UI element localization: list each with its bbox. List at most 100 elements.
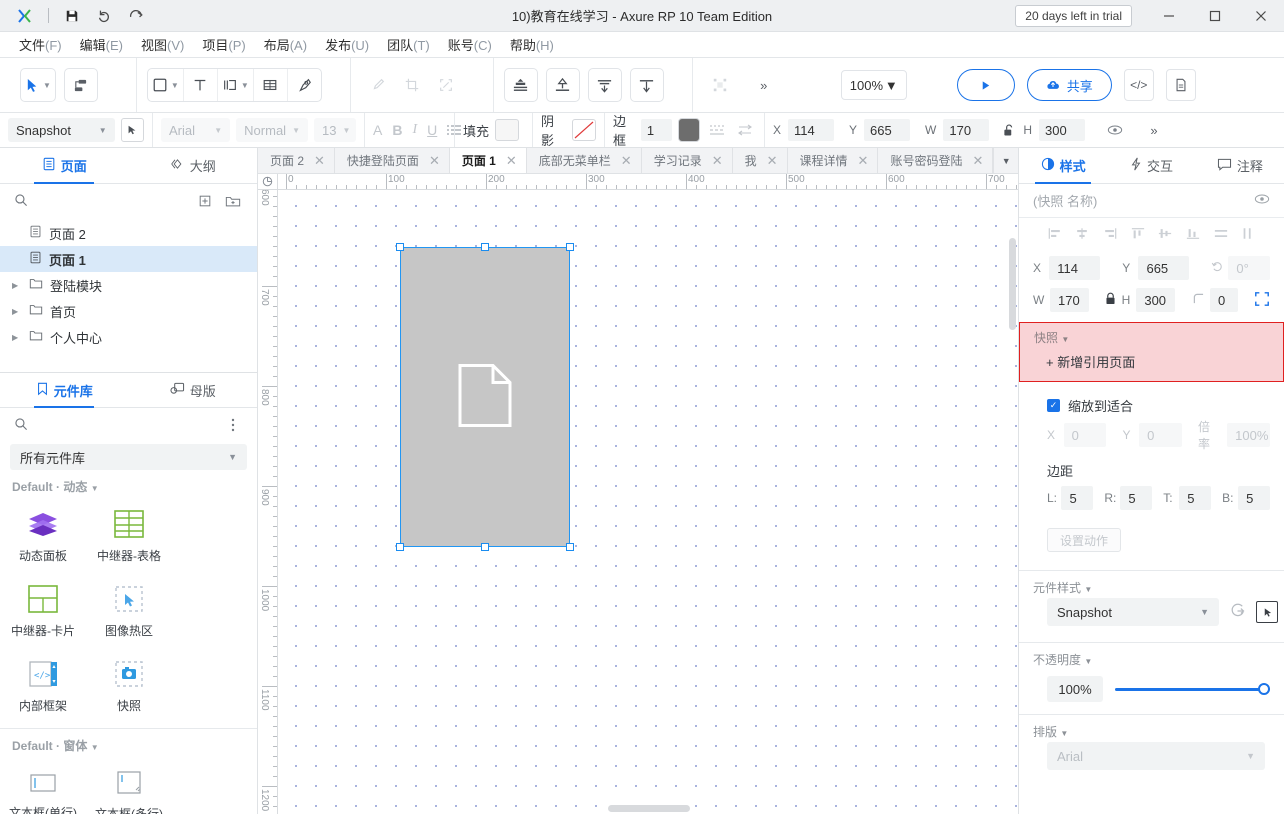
- menu-view[interactable]: 视图(V): [132, 32, 193, 57]
- canvas-vertical-scrollbar[interactable]: [1009, 238, 1016, 330]
- opacity-slider[interactable]: [1115, 682, 1270, 696]
- horizontal-ruler[interactable]: 0100200300400500600700: [278, 174, 1018, 190]
- lock-open-icon[interactable]: [1000, 118, 1016, 142]
- page-item-page2[interactable]: 页面 2: [0, 220, 257, 246]
- resize-handle-top-center[interactable]: [481, 243, 489, 251]
- library-item-snapshot[interactable]: 快照: [86, 649, 172, 724]
- tab-interaction[interactable]: 交互: [1107, 148, 1195, 183]
- canvas-tab-me[interactable]: 我 ✕: [733, 148, 788, 173]
- chevron-down-icon[interactable]: ▼: [993, 148, 1018, 173]
- tab-library[interactable]: 元件库: [0, 373, 129, 407]
- crop-icon[interactable]: [395, 68, 429, 102]
- preview-play-icon[interactable]: [957, 69, 1015, 101]
- bold-icon[interactable]: B: [392, 118, 402, 142]
- distribute-h-icon[interactable]: [1214, 227, 1228, 243]
- align-bottom-icon[interactable]: [1186, 227, 1200, 243]
- code-icon[interactable]: </>: [1124, 69, 1154, 101]
- pen-icon[interactable]: [287, 69, 321, 101]
- tab-pages[interactable]: 页面: [0, 148, 129, 183]
- w-input[interactable]: 170: [1050, 288, 1089, 312]
- menu-edit[interactable]: 编辑(E): [71, 32, 132, 57]
- notes-doc-icon[interactable]: [1166, 69, 1196, 101]
- library-item-dynamic-panel[interactable]: 动态面板: [0, 499, 86, 574]
- scale-to-fit-row[interactable]: ✓ 缩放到适合: [1019, 388, 1284, 419]
- chevron-down-icon[interactable]: ▼: [171, 81, 179, 90]
- library-item-hotspot[interactable]: 图像热区: [86, 574, 172, 649]
- library-item-repeater-card[interactable]: 中继器-卡片: [0, 574, 86, 649]
- resize-handle-top-right[interactable]: [566, 243, 574, 251]
- arrow-style-icon[interactable]: [734, 118, 756, 142]
- padding-right-input[interactable]: 5: [1120, 486, 1152, 510]
- menu-project[interactable]: 项目(P): [193, 32, 254, 57]
- trial-badge[interactable]: 20 days left in trial: [1015, 5, 1132, 27]
- chevron-down-icon[interactable]: ▼: [91, 743, 99, 752]
- x-input[interactable]: 114: [1049, 256, 1100, 280]
- canvas-tab-course-detail[interactable]: 课程详情 ✕: [788, 148, 879, 173]
- group-icon[interactable]: [703, 68, 737, 102]
- close-icon[interactable]: ✕: [429, 153, 440, 169]
- zoom-select[interactable]: 100% ▼: [841, 70, 907, 100]
- set-action-button[interactable]: 设置动作: [1047, 528, 1121, 552]
- widget-style-dropdown[interactable]: Snapshot ▼: [1047, 598, 1219, 626]
- chevron-down-icon[interactable]: ▼: [43, 81, 51, 90]
- menu-publish[interactable]: 发布(U): [316, 32, 378, 57]
- h-input[interactable]: 300: [1136, 288, 1175, 312]
- border-color-swatch[interactable]: [678, 118, 700, 142]
- cursor-select-icon[interactable]: ▼: [20, 68, 56, 102]
- resize-handle-top-left[interactable]: [396, 243, 404, 251]
- tree-expand-arrow-icon[interactable]: ▶: [12, 307, 22, 316]
- add-reference-page-button[interactable]: + 新增引用页面: [1020, 348, 1283, 381]
- menu-file[interactable]: 文件(F): [10, 32, 71, 57]
- chevron-down-icon[interactable]: ▼: [1084, 585, 1092, 594]
- library-item-inline-frame[interactable]: </> 内部框架: [0, 649, 86, 724]
- opacity-slider-knob[interactable]: [1258, 683, 1270, 695]
- corner-radius-input[interactable]: 0: [1210, 288, 1238, 312]
- opacity-section-title[interactable]: 不透明度 ▼: [1019, 643, 1284, 670]
- scale-input[interactable]: 100%: [1227, 423, 1270, 447]
- chevron-down-icon[interactable]: ▼: [241, 81, 249, 90]
- x-input[interactable]: 114: [788, 119, 834, 141]
- snapshot-widget[interactable]: [400, 247, 570, 547]
- chevron-down-icon[interactable]: ▼: [1084, 657, 1092, 666]
- chevron-down-icon[interactable]: ▼: [91, 484, 99, 493]
- widget-name-input[interactable]: (快照 名称): [1033, 191, 1254, 210]
- rotation-input[interactable]: 0°: [1228, 256, 1270, 280]
- padding-bottom-input[interactable]: 5: [1238, 486, 1270, 510]
- resize-handle-bottom-center[interactable]: [481, 543, 489, 551]
- canvas-tab-no-menubar[interactable]: 底部无菜单栏 ✕: [527, 148, 642, 173]
- rectangle-icon[interactable]: ▼: [148, 69, 183, 101]
- y-input[interactable]: 665: [864, 119, 910, 141]
- minimize-icon[interactable]: [1146, 0, 1192, 32]
- vertical-ruler[interactable]: 600700800900100011001200: [258, 190, 278, 814]
- w-input[interactable]: 170: [943, 119, 989, 141]
- distribute-icon[interactable]: [588, 68, 622, 102]
- placeholder-icon[interactable]: ▼: [217, 69, 253, 101]
- align-bottom-icon[interactable]: [630, 68, 664, 102]
- ruler-origin-icon[interactable]: [258, 174, 278, 190]
- menu-team[interactable]: 团队(T): [378, 32, 439, 57]
- tab-notes[interactable]: 注释: [1196, 148, 1284, 183]
- eyedropper-icon[interactable]: [361, 68, 395, 102]
- overflow-chevrons-icon[interactable]: »: [747, 68, 781, 102]
- eye-icon[interactable]: [1102, 118, 1128, 142]
- library-scroll[interactable]: Default · 动态 ▼ 动态面板 中继器-表格: [0, 470, 257, 814]
- library-item-text-field[interactable]: 文本框(单行): [0, 758, 86, 814]
- y-input[interactable]: 665: [1138, 256, 1189, 280]
- align-group-icon[interactable]: [504, 68, 538, 102]
- text-icon[interactable]: [183, 69, 217, 101]
- resize-handle-bottom-left[interactable]: [396, 543, 404, 551]
- page-item-home[interactable]: ▶ 首页: [0, 298, 257, 324]
- add-page-icon[interactable]: [195, 191, 215, 211]
- close-icon[interactable]: ✕: [314, 153, 325, 169]
- line-style-icon[interactable]: [706, 118, 728, 142]
- close-icon[interactable]: ✕: [972, 153, 983, 169]
- distribute-v-icon[interactable]: [1241, 227, 1255, 243]
- tab-style[interactable]: 样式: [1019, 148, 1107, 183]
- library-group-title[interactable]: Default · 窗体 ▼: [0, 729, 257, 758]
- offset-y-input[interactable]: 0: [1139, 423, 1182, 447]
- library-select[interactable]: 所有元件库 ▼: [10, 444, 247, 470]
- canvas-horizontal-scrollbar[interactable]: [608, 805, 690, 812]
- underline-icon[interactable]: U: [427, 118, 437, 142]
- design-canvas[interactable]: [278, 190, 1018, 814]
- library-item-text-area[interactable]: 文本框(多行): [86, 758, 172, 814]
